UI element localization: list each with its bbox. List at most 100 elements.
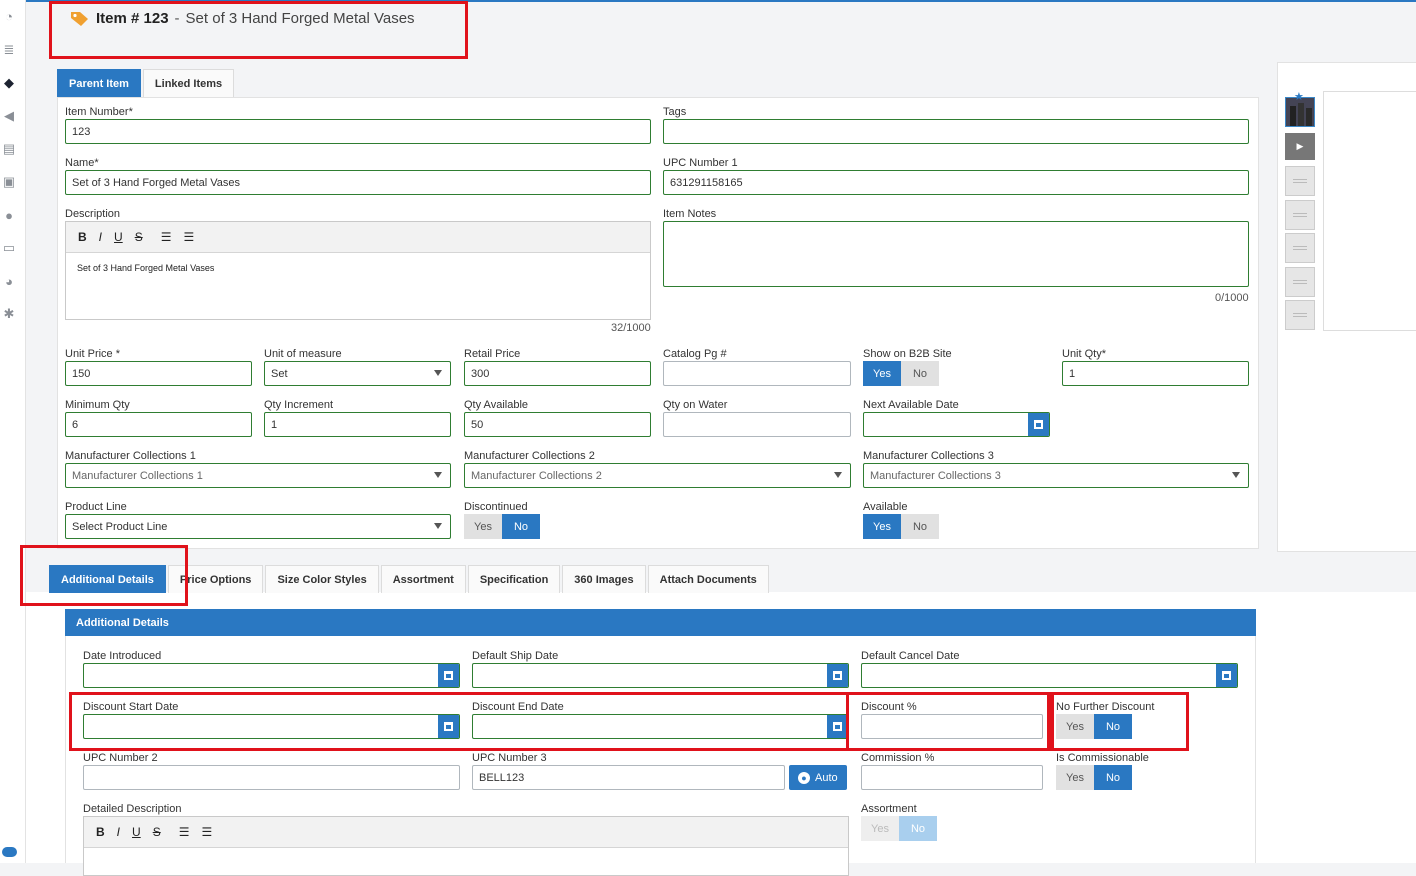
id-card-icon[interactable]: ▭ (0, 240, 18, 256)
available-yes[interactable]: Yes (863, 514, 901, 539)
underline-button[interactable]: U (114, 230, 123, 244)
upc3-input[interactable]: BELL123 (472, 765, 785, 790)
upc2-input[interactable] (83, 765, 460, 790)
ordered-list-icon[interactable]: ☰ (179, 825, 190, 839)
tab-assortment[interactable]: Assortment (380, 565, 466, 593)
catalog-pg-input[interactable] (663, 361, 851, 386)
default-cancel-date-input[interactable] (861, 663, 1238, 688)
show-b2b-toggle[interactable]: Yes No (863, 361, 939, 386)
description-label: Description (65, 208, 121, 220)
show-b2b-yes[interactable]: Yes (863, 361, 901, 386)
bold-button[interactable]: B (78, 230, 87, 244)
upc3-label: UPC Number 3 (472, 752, 547, 764)
calendar-icon[interactable] (827, 664, 848, 687)
empty-thumbnail[interactable] (1285, 166, 1315, 196)
description-text[interactable]: Set of 3 Hand Forged Metal Vases (66, 253, 650, 283)
qty-on-water-input[interactable] (663, 412, 851, 437)
megaphone-icon[interactable]: ◀ (0, 108, 18, 124)
empty-thumbnail[interactable] (1285, 300, 1315, 330)
mfr-col2-label: Manufacturer Collections 2 (464, 450, 595, 462)
underline-button[interactable]: U (132, 825, 141, 839)
dashboard-icon[interactable]: ◔ (0, 8, 18, 24)
empty-thumbnail[interactable] (1285, 200, 1315, 230)
discontinued-toggle[interactable]: Yes No (464, 514, 540, 539)
is-commissionable-yes[interactable]: Yes (1056, 765, 1094, 790)
bullet-list-icon[interactable]: ☰ (183, 230, 194, 244)
empty-thumbnail[interactable] (1285, 267, 1315, 297)
toggle-icon[interactable] (2, 847, 17, 857)
default-ship-date-input[interactable] (472, 663, 849, 688)
tab-linked-items[interactable]: Linked Items (142, 69, 235, 97)
mfr-col3-label: Manufacturer Collections 3 (863, 450, 994, 462)
parent-tabs: Parent Item Linked Items (57, 69, 236, 97)
item-number-label: Item Number* (65, 106, 133, 118)
unit-of-measure-value: Set (271, 367, 288, 380)
upc1-label: UPC Number 1 (663, 157, 738, 169)
next-available-date-input[interactable] (863, 412, 1050, 437)
bullet-list-icon[interactable]: ☰ (201, 825, 212, 839)
unit-of-measure-select[interactable]: Set (264, 361, 451, 386)
strikethrough-button[interactable]: S (153, 825, 161, 839)
product-line-select[interactable]: Select Product Line (65, 514, 451, 539)
tags-input[interactable] (663, 119, 1249, 144)
is-commissionable-toggle[interactable]: Yes No (1056, 765, 1132, 790)
qty-available-input[interactable]: 50 (464, 412, 651, 437)
calendar-icon[interactable] (1028, 413, 1049, 436)
show-b2b-no[interactable]: No (901, 361, 939, 386)
bold-button[interactable]: B (96, 825, 105, 839)
unit-price-input[interactable]: 150 (65, 361, 252, 386)
detailed-description-editor[interactable]: B I U S ☰ ☰ (83, 816, 849, 876)
file-icon[interactable]: ▤ (0, 141, 18, 157)
is-commissionable-label: Is Commissionable (1056, 752, 1149, 764)
italic-button[interactable]: I (99, 230, 102, 244)
qty-increment-input[interactable]: 1 (264, 412, 451, 437)
available-no[interactable]: No (901, 514, 939, 539)
item-notes-textarea[interactable] (663, 221, 1249, 287)
min-qty-input[interactable]: 6 (65, 412, 252, 437)
empty-thumbnail[interactable] (1285, 233, 1315, 263)
highlight-box-discount-pct (846, 692, 1054, 751)
name-input[interactable]: Set of 3 Hand Forged Metal Vases (65, 170, 651, 195)
commission-pct-label: Commission % (861, 752, 935, 764)
pie-chart-icon[interactable]: ◕ (0, 273, 18, 289)
description-editor[interactable]: B I U S ☰ ☰ Set of 3 Hand Forged Metal V… (65, 221, 651, 320)
tab-parent-item[interactable]: Parent Item (57, 69, 141, 97)
additional-details-header: Additional Details (65, 609, 1256, 636)
tab-attach-documents[interactable]: Attach Documents (647, 565, 769, 593)
auto-button[interactable]: ● Auto (789, 765, 847, 790)
list-icon[interactable]: ≣ (0, 42, 18, 58)
play-icon: ▶ (1296, 141, 1304, 151)
tab-specification[interactable]: Specification (467, 565, 561, 593)
available-toggle[interactable]: Yes No (863, 514, 939, 539)
qty-increment-label: Qty Increment (264, 399, 334, 411)
is-commissionable-no[interactable]: No (1094, 765, 1132, 790)
tags-icon[interactable]: ◆ (0, 75, 18, 91)
description-counter: 32/1000 (611, 322, 651, 334)
date-introduced-input[interactable] (83, 663, 460, 688)
commission-pct-input[interactable] (861, 765, 1043, 790)
cogs-icon[interactable]: ✱ (0, 306, 18, 322)
mfr-col2-select[interactable]: Manufacturer Collections 2 (464, 463, 851, 488)
sidebar: ◔ ≣ ◆ ◀ ▤ ▣ ● ▭ ◕ ✱ (0, 0, 26, 863)
upc1-input[interactable]: 631291158165 (663, 170, 1249, 195)
discontinued-no[interactable]: No (502, 514, 540, 539)
tab-size-color-styles[interactable]: Size Color Styles (265, 565, 379, 593)
calendar-icon[interactable] (438, 664, 459, 687)
ordered-list-icon[interactable]: ☰ (161, 230, 172, 244)
italic-button[interactable]: I (117, 825, 120, 839)
users-icon[interactable]: ● (0, 207, 18, 223)
discontinued-yes[interactable]: Yes (464, 514, 502, 539)
calendar-icon[interactable] (1216, 664, 1237, 687)
retail-price-input[interactable]: 300 (464, 361, 651, 386)
tab-360-images[interactable]: 360 Images (562, 565, 646, 593)
product-line-placeholder: Select Product Line (72, 520, 168, 533)
mfr-col3-select[interactable]: Manufacturer Collections 3 (863, 463, 1249, 488)
mfr-col3-placeholder: Manufacturer Collections 3 (870, 469, 1001, 482)
money-icon[interactable]: ▣ (0, 174, 18, 190)
strikethrough-button[interactable]: S (135, 230, 143, 244)
item-number-input[interactable]: 123 (65, 119, 651, 144)
mfr-col1-select[interactable]: Manufacturer Collections 1 (65, 463, 451, 488)
chevron-down-icon (834, 472, 842, 478)
unit-qty-input[interactable]: 1 (1062, 361, 1249, 386)
video-thumbnail[interactable]: ▶ (1285, 133, 1315, 160)
